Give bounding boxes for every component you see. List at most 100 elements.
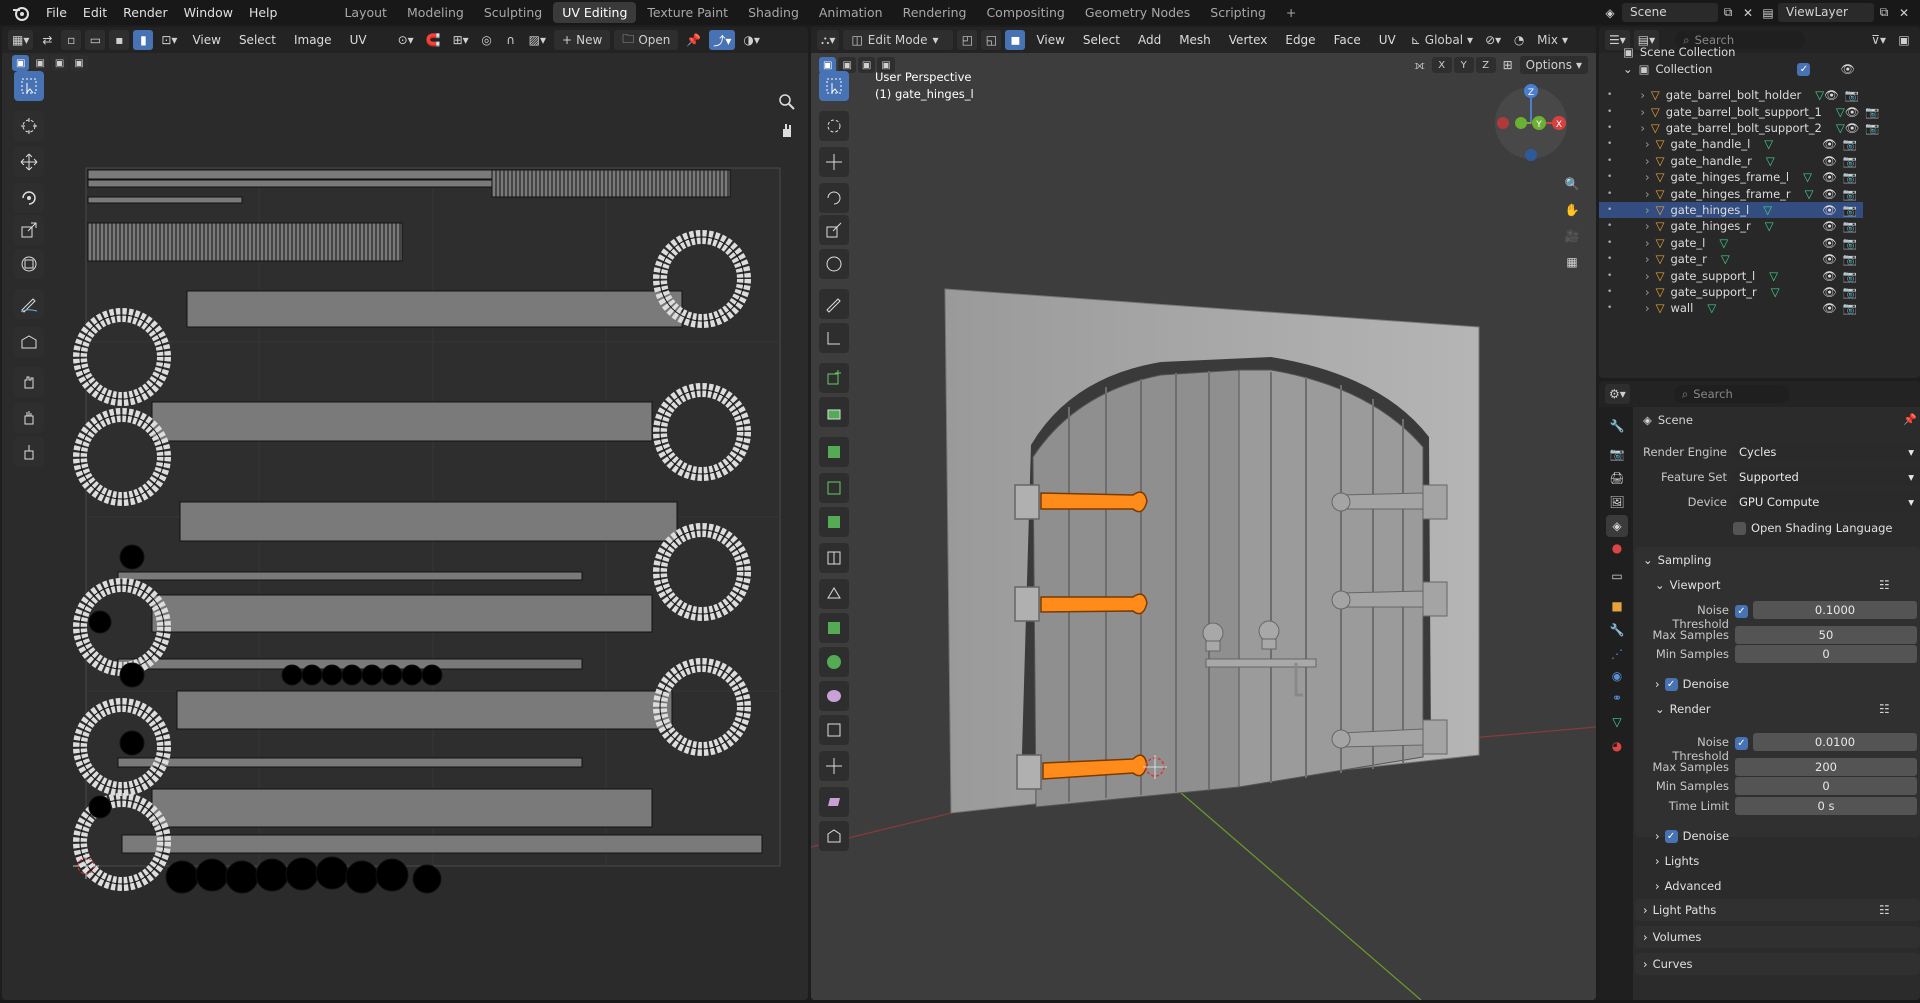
render-min-samples-field[interactable]: 0 — [1735, 777, 1917, 795]
face-select-icon[interactable]: ◼ — [1005, 30, 1026, 50]
modifier-tab-icon[interactable]: 🔧 — [1606, 619, 1628, 641]
snapping-icon[interactable]: ◔ — [1509, 30, 1529, 50]
chevron-right-icon[interactable]: › — [1645, 187, 1650, 201]
uv-layout-canvas[interactable] — [2, 27, 808, 1000]
filter-icon[interactable]: ⊽▾ — [1867, 30, 1890, 50]
chevron-right-icon[interactable]: › — [1640, 121, 1645, 135]
vp-randomize-tool[interactable] — [819, 681, 849, 711]
render-noise-threshold-checkbox[interactable]: ✓ — [1735, 737, 1748, 750]
time-limit-field[interactable]: 0 s — [1735, 797, 1917, 815]
pin-context-icon[interactable]: 📌 — [1903, 413, 1917, 426]
vp-edge-slide-tool[interactable] — [819, 715, 849, 745]
output-tab-icon[interactable]: 🖨 — [1606, 467, 1628, 489]
volumes-header[interactable]: › Volumes — [1643, 930, 1701, 944]
vp-transform-tool[interactable] — [819, 249, 849, 279]
options-button[interactable]: Options ▾ — [1519, 56, 1588, 74]
lights-subpanel-header[interactable]: › Lights — [1655, 854, 1699, 868]
mode-selector[interactable]: ◫ Edit Mode ▾ — [843, 30, 954, 50]
collection-visibility-icon[interactable]: 👁 — [1840, 62, 1855, 76]
vp-menu-select[interactable]: Select — [1076, 33, 1127, 47]
pivot-point-icon[interactable]: ⊘▾ — [1481, 30, 1505, 50]
outliner-collection[interactable]: ⌄ ▣ Collection ✓ 👁 — [1599, 61, 1863, 77]
vp-scale-tool[interactable] — [819, 215, 849, 245]
new-view-layer-icon[interactable]: ⧉ — [1874, 3, 1894, 23]
render-camera-icon[interactable]: 📷 — [1843, 252, 1857, 266]
outliner[interactable]: ☰▾ ▤▾ ⌕ Search ⊽▾ ▣ ▣ Scene Collection ⌄ ▣ Co… — [1599, 27, 1920, 378]
vp-knife-tool[interactable] — [819, 543, 849, 573]
vp-min-samples-field[interactable]: 0 — [1735, 645, 1917, 663]
render-denoise-checkbox[interactable]: ✓ — [1664, 829, 1678, 843]
vp-annotate-tool[interactable] — [819, 289, 849, 319]
outliner-item-gate-barrel-bolt-support-1[interactable]: • › ▽ gate_barrel_bolt_support_1 ▽ 👁 📷 — [1599, 103, 1880, 119]
outliner-item-gate-hinges-l[interactable]: • › ▽ gate_hinges_l ▽ 👁 📷 — [1599, 201, 1863, 219]
outliner-item-gate-hinges-r[interactable]: • › ▽ gate_hinges_r ▽ 👁 📷 — [1599, 218, 1863, 234]
vp-pan-icon[interactable]: ✋ — [1561, 199, 1583, 221]
vp-bevel-tool[interactable] — [819, 473, 849, 503]
outliner-item-gate-l[interactable]: • › ▽ gate_l ▽ 👁 📷 — [1599, 235, 1863, 251]
chevron-right-icon[interactable]: › — [1645, 269, 1650, 283]
viewport-scene[interactable] — [811, 27, 1596, 1000]
render-subpanel-header[interactable]: ⌄ Render — [1655, 702, 1711, 716]
new-scene-icon[interactable]: ⧉ — [1718, 3, 1738, 23]
render-camera-icon[interactable]: 📷 — [1865, 121, 1879, 135]
render-noise-threshold-field[interactable]: 0.0100 — [1753, 733, 1917, 751]
render-camera-icon[interactable]: 📷 — [1843, 203, 1857, 217]
visibility-icon[interactable]: 👁 — [1845, 105, 1860, 119]
mirror-z[interactable]: Z — [1475, 57, 1496, 73]
material-tab-icon[interactable]: ◕ — [1606, 735, 1628, 757]
view-layer-tab-icon[interactable]: 🖼 — [1606, 491, 1628, 513]
camera-view-icon[interactable]: 🎥 — [1561, 225, 1583, 247]
vp-extrude-tool[interactable] — [819, 397, 849, 427]
collection-tab-icon[interactable]: ▭ — [1606, 565, 1628, 587]
tab-modeling[interactable]: Modeling — [398, 2, 473, 23]
delete-scene-icon[interactable]: ✕ — [1738, 3, 1758, 23]
vp-menu-mesh[interactable]: Mesh — [1172, 33, 1218, 47]
vp-loopcut-tool[interactable] — [819, 507, 849, 537]
tab-geometry-nodes[interactable]: Geometry Nodes — [1076, 2, 1199, 23]
render-camera-icon[interactable]: 📷 — [1845, 88, 1859, 102]
tab-layout[interactable]: Layout — [335, 2, 396, 23]
render-denoise-header[interactable]: › ✓ Denoise — [1655, 829, 1729, 843]
chevron-right-icon[interactable]: › — [1645, 236, 1650, 250]
proportional-mix-selector[interactable]: Mix ▾ — [1533, 30, 1572, 50]
feature-set-dropdown[interactable]: Supported ▾ — [1733, 468, 1920, 486]
outliner-item-gate-barrel-bolt-support-2[interactable]: • › ▽ gate_barrel_bolt_support_2 ▽ 👁 📷 — [1599, 120, 1880, 136]
outliner-item-gate-support-r[interactable]: • › ▽ gate_support_r ▽ 👁 📷 — [1599, 284, 1863, 300]
vp-shrink-tool[interactable] — [819, 751, 849, 781]
mirror-x[interactable]: X — [1431, 57, 1452, 73]
visibility-icon[interactable]: 👁 — [1822, 301, 1837, 315]
advanced-subpanel-header[interactable]: › Advanced — [1655, 879, 1721, 893]
object-tab-icon[interactable]: ■ — [1606, 595, 1628, 617]
vp-menu-vertex[interactable]: Vertex — [1222, 33, 1275, 47]
visibility-icon[interactable]: 👁 — [1822, 285, 1837, 299]
vp-smooth-tool[interactable] — [819, 647, 849, 677]
properties-editor[interactable]: ⚙▾ ⌕ Search 🔧 📷 🖨 🖼 ◈ ● ▭ ■ 🔧 ⋰ ◉ ⚭ ▽ ◕ ◈… — [1599, 381, 1920, 1000]
render-camera-icon[interactable]: 📷 — [1843, 170, 1857, 184]
tab-shading[interactable]: Shading — [739, 2, 808, 23]
tab-sculpting[interactable]: Sculpting — [475, 2, 551, 23]
osl-checkbox-row[interactable]: Open Shading Language — [1733, 521, 1893, 535]
visibility-icon[interactable]: 👁 — [1822, 203, 1837, 217]
tab-animation[interactable]: Animation — [810, 2, 892, 23]
vp-noise-threshold-field[interactable]: 0.1000 — [1753, 601, 1917, 619]
sampling-panel-header[interactable]: ⌄ Sampling — [1643, 553, 1711, 567]
light-paths-list-icon[interactable]: ☷ — [1879, 903, 1890, 917]
ortho-toggle-icon[interactable]: ▦ — [1561, 251, 1583, 273]
curves-header[interactable]: › Curves — [1643, 957, 1693, 971]
chevron-right-icon[interactable]: › — [1645, 203, 1650, 217]
render-max-samples-field[interactable]: 200 — [1735, 758, 1917, 776]
visibility-icon[interactable]: 👁 — [1822, 137, 1837, 151]
vertex-select-icon[interactable]: ◰ — [957, 30, 978, 50]
visibility-icon[interactable]: 👁 — [1822, 219, 1837, 233]
delete-view-layer-icon[interactable]: ✕ — [1894, 3, 1914, 23]
menu-help[interactable]: Help — [241, 0, 286, 25]
constraints-tab-icon[interactable]: ⚭ — [1606, 687, 1628, 709]
chevron-right-icon[interactable]: › — [1640, 88, 1645, 102]
menu-window[interactable]: Window — [176, 0, 241, 25]
render-camera-icon[interactable]: 📷 — [1843, 219, 1857, 233]
render-camera-icon[interactable]: 📷 — [1843, 236, 1857, 250]
vp-noise-threshold-checkbox[interactable]: ✓ — [1735, 605, 1748, 618]
render-camera-icon[interactable]: 📷 — [1865, 105, 1879, 119]
data-tab-icon[interactable]: ▽ — [1606, 711, 1628, 733]
render-camera-icon[interactable]: 📷 — [1843, 301, 1857, 315]
